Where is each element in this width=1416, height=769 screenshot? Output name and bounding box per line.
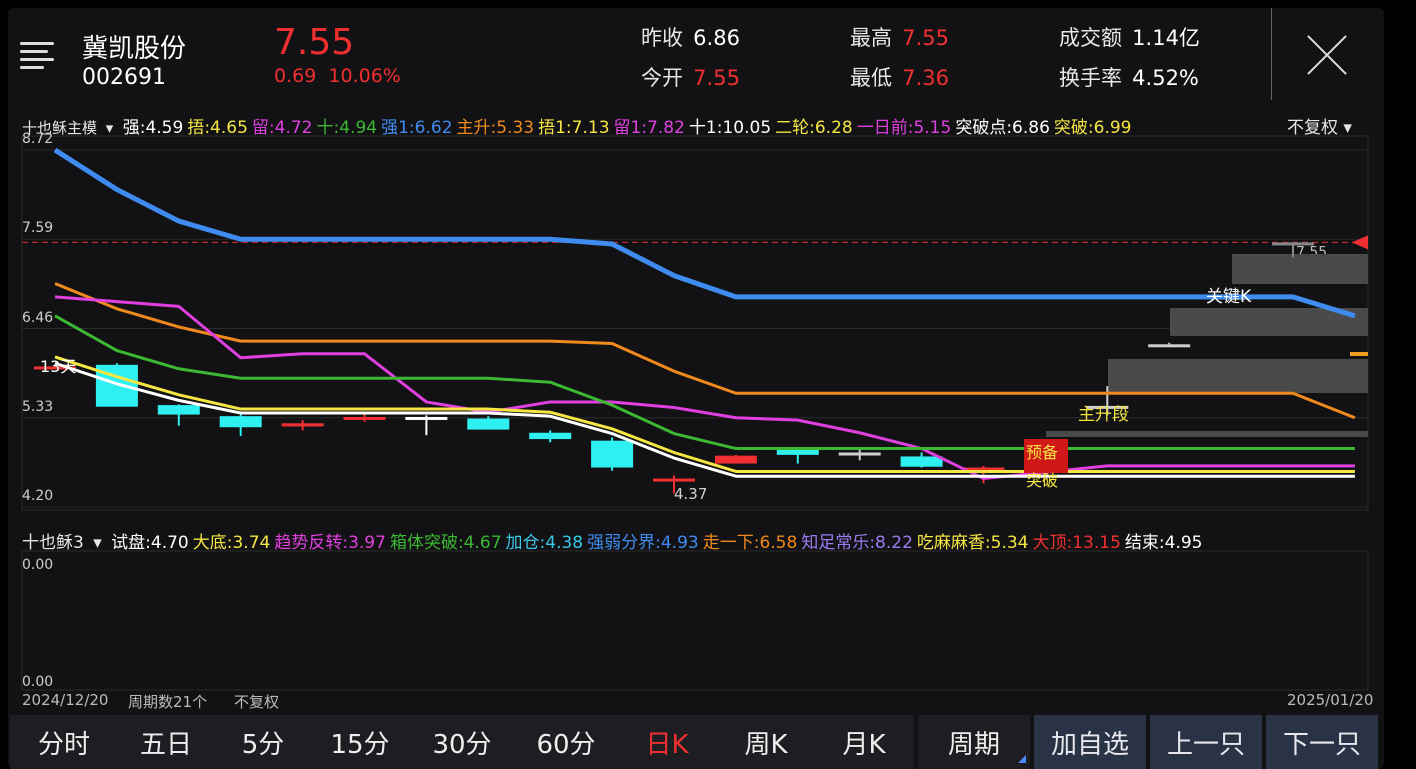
sub-y-bottom: 0.00 <box>22 674 54 690</box>
candle-body <box>405 416 448 420</box>
sub-indicator-value: 趋势反转:3.97 <box>274 533 386 553</box>
corner-triangle-icon <box>1018 755 1026 763</box>
sub-y-top: 0.00 <box>22 557 54 573</box>
end-date: 2025/01/20 <box>1287 691 1374 709</box>
candle-body <box>467 418 510 430</box>
volume-profile-box <box>1046 431 1368 437</box>
annotation-main-rise: 主升段 <box>1078 405 1129 425</box>
orange-marker <box>1350 352 1368 356</box>
sub-indicator-value: 吃麻麻香:5.34 <box>916 533 1029 553</box>
candle-body <box>653 478 695 482</box>
sub-indicator-value: 试盘:4.70 <box>111 533 189 553</box>
candle-body <box>900 456 943 467</box>
tab-30min[interactable]: 30分 <box>408 715 516 769</box>
candle-body <box>714 455 757 464</box>
add-watch-button[interactable]: 加自选 <box>1034 715 1146 769</box>
prev-stock-button[interactable]: 上一只 <box>1150 715 1262 769</box>
series-line-主升 <box>54 282 1356 420</box>
tab-5min[interactable]: 5分 <box>214 715 312 769</box>
candle-body <box>838 452 881 456</box>
start-date: 2024/12/20 <box>22 691 109 709</box>
sub-indicator-value: 知足常乐:8.22 <box>801 533 913 553</box>
candle-body <box>591 440 634 468</box>
sub-indicator-value: 箱体突破:4.67 <box>389 533 502 553</box>
sub-indicator-select[interactable]: 十也稣3 ▾ <box>22 533 102 553</box>
tab-day-k[interactable]: 日K <box>616 715 718 769</box>
candle-body <box>776 449 819 455</box>
candle-body <box>1148 344 1191 348</box>
series-line-强1 <box>53 147 1356 319</box>
sub-indicator-value: 强弱分界:4.93 <box>587 533 699 553</box>
y-tick-label: 5.33 <box>22 398 54 415</box>
candle-body <box>281 423 324 427</box>
y-tick-label: 4.20 <box>22 488 54 504</box>
sub-indicator-value: 结束:4.95 <box>1124 533 1203 553</box>
kline-chart: 7.5513天关键K主升段预备突破4.37 <box>21 135 1369 691</box>
annotation-breakout: 突破 <box>1026 471 1058 490</box>
main-panel-border <box>21 135 1369 511</box>
candle-body <box>529 432 572 440</box>
period-count: 周期数21个 <box>128 693 208 711</box>
sub-panel-border <box>21 550 1369 691</box>
grid <box>21 135 1369 691</box>
bottom-tab-bar: 分时 五日 5分 15分 30分 60分 日K 周K 月K 周期 加自选 上一只… <box>10 715 1382 769</box>
candle-body <box>343 416 386 420</box>
tab-15min[interactable]: 15分 <box>312 715 408 769</box>
sub-indicator-value: 大底:3.74 <box>192 533 271 553</box>
tab-month-k[interactable]: 月K <box>814 715 914 769</box>
volume-profile-box <box>1232 254 1368 284</box>
period-tabs: 分时 五日 5分 15分 30分 60分 日K 周K 月K <box>10 715 914 769</box>
period-menu-button[interactable]: 周期 <box>918 715 1030 769</box>
period-menu-label: 周期 <box>947 729 1000 760</box>
sub-indicator-value: 加仓:4.38 <box>505 533 584 553</box>
candle-body <box>219 416 262 428</box>
tab-week-k[interactable]: 周K <box>718 715 814 769</box>
sub-indicator-row: 十也稣3 ▾ 试盘:4.70 大底:3.74 趋势反转:3.97 箱体突破:4.67 加… <box>22 528 1211 553</box>
annotation-key-k: 关键K <box>1206 287 1252 307</box>
annotation-prepare: 预备 <box>1026 443 1058 462</box>
tab-60min[interactable]: 60分 <box>516 715 616 769</box>
last-price-marker-icon <box>1352 235 1368 250</box>
annotation-start: 13天 <box>40 357 76 376</box>
candle-body <box>157 405 200 415</box>
min-price-label: 4.37 <box>674 485 707 503</box>
y-tick-label: 6.46 <box>22 309 54 326</box>
next-stock-button[interactable]: 下一只 <box>1266 715 1378 769</box>
y-tick-label: 7.59 <box>22 220 54 237</box>
tab-fenshi[interactable]: 分时 <box>10 715 118 769</box>
y-tick-label: 8.72 <box>22 131 54 147</box>
tab-five-day[interactable]: 五日 <box>118 715 214 769</box>
restore-label: 不复权 <box>234 693 280 711</box>
sub-indicator-value: 走一下:6.58 <box>702 533 798 553</box>
sub-indicator-value: 大顶:13.15 <box>1032 533 1121 553</box>
candle-body <box>1272 242 1314 246</box>
volume-profile-box <box>1108 359 1368 393</box>
